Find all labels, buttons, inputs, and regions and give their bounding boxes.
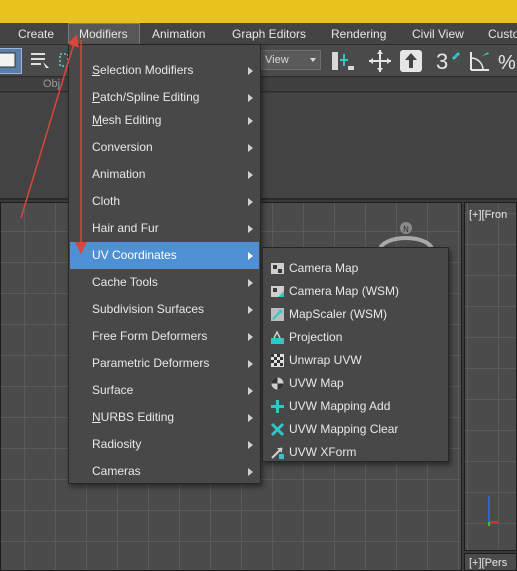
- submenu-arrow-icon: [248, 360, 253, 368]
- viewport-perspective[interactable]: [+][Pers: [464, 553, 517, 571]
- menu-item-nurbs-editing[interactable]: NURBS Editing: [70, 404, 259, 431]
- submenu-arrow-icon: [248, 252, 253, 260]
- camera-map-icon: [271, 263, 284, 274]
- submenu-item-camera-map[interactable]: Camera Map: [264, 257, 447, 280]
- submenu-arrow-icon: [248, 225, 253, 233]
- uvw-xform-icon: [271, 447, 284, 459]
- menu-item-free-form-deformers[interactable]: Free Form Deformers: [70, 323, 259, 350]
- camera-map-wsm-icon: [271, 286, 284, 297]
- select-object-button[interactable]: [0, 48, 22, 74]
- menu-item-parametric-deformers[interactable]: Parametric Deformers: [70, 350, 259, 377]
- submenu-item-unwrap-uvw[interactable]: Unwrap UVW: [264, 349, 447, 372]
- menu-item-selection-modifiers[interactable]: Selection Modifiers: [70, 57, 259, 84]
- submenu-item-uvw-mapping-clear[interactable]: UVW Mapping Clear: [264, 418, 447, 441]
- angle-snap-icon: [470, 52, 489, 71]
- menu-animation[interactable]: Animation: [142, 23, 215, 45]
- menu-item-mesh-editing[interactable]: Mesh Editing: [70, 107, 259, 134]
- move-cross-icon: [369, 50, 391, 72]
- pivot-center-button[interactable]: [326, 48, 358, 74]
- viewport-perspective-label[interactable]: [+][Pers: [469, 557, 507, 569]
- menu-civil-view[interactable]: Civil View: [402, 23, 474, 45]
- uv-coordinates-submenu: Camera Map Camera Map (WSM) MapScaler (W…: [262, 247, 449, 462]
- submenu-arrow-icon: [248, 198, 253, 206]
- menu-modifiers[interactable]: Modifiers: [68, 23, 140, 45]
- menu-create[interactable]: Create: [8, 23, 64, 45]
- menu-item-subdivision-surfaces[interactable]: Subdivision Surfaces: [70, 296, 259, 323]
- menu-customize[interactable]: Custo: [478, 23, 517, 45]
- submenu-arrow-icon: [248, 279, 253, 287]
- svg-text:3: 3: [436, 49, 448, 74]
- submenu-item-uvw-mapping-add[interactable]: UVW Mapping Add: [264, 395, 447, 418]
- region-select-button[interactable]: [56, 48, 69, 74]
- submenu-arrow-icon: [248, 171, 253, 179]
- viewport-front[interactable]: [+][Fron: [464, 202, 517, 551]
- upload-icon: [400, 50, 422, 72]
- reference-coordinate-value: View: [265, 54, 289, 66]
- submenu-item-uvw-xform[interactable]: UVW XForm: [264, 441, 447, 464]
- submenu-arrow-icon: [248, 306, 253, 314]
- menu-rendering[interactable]: Rendering: [321, 23, 396, 45]
- submenu-arrow-icon: [248, 117, 253, 125]
- percent-snap-icon: %: [498, 52, 516, 74]
- submenu-item-projection[interactable]: Projection: [264, 326, 447, 349]
- ribbon-label: Obj: [43, 78, 61, 90]
- angle-snap-button[interactable]: [468, 48, 492, 74]
- uvw-map-icon: [271, 377, 284, 390]
- submenu-arrow-icon: [248, 387, 253, 395]
- pivot-center-icon: [332, 52, 354, 70]
- submenu-arrow-icon: [248, 468, 253, 476]
- submenu-arrow-icon: [248, 94, 253, 102]
- menu-item-hair-and-fur[interactable]: Hair and Fur: [70, 215, 259, 242]
- snaps-toggle-button[interactable]: 3: [434, 48, 464, 74]
- uvw-mapping-add-icon: [271, 400, 284, 413]
- submenu-arrow-icon: [248, 414, 253, 422]
- submenu-item-mapscaler-wsm[interactable]: MapScaler (WSM): [264, 303, 447, 326]
- mapscaler-icon: [271, 308, 284, 321]
- select-by-name-button[interactable]: [27, 48, 53, 74]
- main-menubar: Create Modifiers Animation Graph Editors…: [0, 23, 517, 45]
- submenu-arrow-icon: [248, 441, 253, 449]
- submenu-item-uvw-map[interactable]: UVW Map: [264, 372, 447, 395]
- uvw-mapping-clear-icon: [270, 422, 285, 437]
- menu-item-radiosity[interactable]: Radiosity: [70, 431, 259, 458]
- chevron-down-icon: [310, 58, 316, 62]
- menu-item-cameras[interactable]: Cameras: [70, 458, 259, 485]
- submenu-item-camera-map-wsm[interactable]: Camera Map (WSM): [264, 280, 447, 303]
- region-select-icon: [59, 53, 69, 67]
- submenu-arrow-icon: [248, 67, 253, 75]
- svg-text:N: N: [403, 225, 409, 234]
- svg-text:%: %: [498, 52, 516, 74]
- reference-coordinate-select[interactable]: View: [261, 50, 321, 70]
- menu-item-surface[interactable]: Surface: [70, 377, 259, 404]
- viewport-front-label[interactable]: [+][Fron: [469, 209, 507, 221]
- projection-icon: [271, 330, 284, 344]
- menu-item-cloth[interactable]: Cloth: [70, 188, 259, 215]
- keyboard-shortcut-toggle[interactable]: [398, 48, 424, 74]
- modifiers-menu: Selection Modifiers Patch/Spline Editing…: [68, 44, 261, 484]
- submenu-arrow-icon: [248, 333, 253, 341]
- select-by-name-icon: [31, 53, 49, 68]
- axis-tripod-icon: [488, 496, 499, 526]
- select-and-manipulate-button[interactable]: [366, 48, 394, 74]
- submenu-arrow-icon: [248, 144, 253, 152]
- menu-item-cache-tools[interactable]: Cache Tools: [70, 269, 259, 296]
- select-cursor-icon: [0, 52, 16, 68]
- percent-snap-button[interactable]: %: [496, 48, 517, 74]
- menu-graph-editors[interactable]: Graph Editors: [222, 23, 316, 45]
- title-strip: [0, 0, 517, 23]
- unwrap-uvw-icon: [271, 354, 284, 367]
- menu-item-uv-coordinates[interactable]: UV Coordinates: [70, 242, 259, 269]
- menu-item-conversion[interactable]: Conversion: [70, 134, 259, 161]
- menu-item-animation[interactable]: Animation: [70, 161, 259, 188]
- snap-3d-icon: 3: [436, 49, 460, 74]
